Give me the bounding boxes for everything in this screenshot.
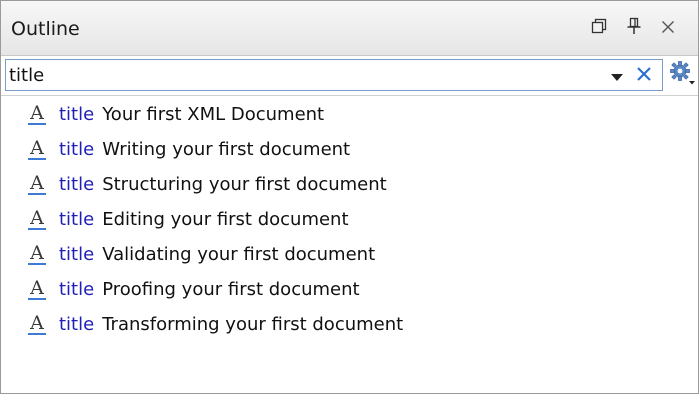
text-attribute-icon: A: [27, 138, 47, 162]
element-name: title: [59, 208, 95, 230]
element-text: Proofing your first document: [102, 278, 360, 300]
element-name: title: [59, 243, 95, 265]
pin-button[interactable]: [621, 15, 647, 41]
dropdown-arrow-icon: [611, 67, 623, 86]
element-text: Structuring your first document: [102, 173, 387, 195]
element-text: Validating your first document: [102, 243, 376, 265]
panel-title-bar[interactable]: Outline: [1, 1, 698, 56]
tree-item[interactable]: A title Validating your first document: [1, 237, 698, 272]
filter-settings-button[interactable]: [668, 60, 698, 90]
text-attribute-icon: A: [27, 208, 47, 232]
text-attribute-icon: A: [27, 313, 47, 337]
tree-item[interactable]: A title Editing your first document: [1, 202, 698, 237]
text-attribute-icon: A: [27, 173, 47, 197]
clear-filter-button[interactable]: [631, 64, 657, 88]
tree-item[interactable]: A title Transforming your first document: [1, 307, 698, 342]
gear-icon: [669, 60, 697, 90]
element-name: title: [59, 278, 95, 300]
tree-item[interactable]: A title Writing your first document: [1, 132, 698, 167]
close-button[interactable]: [655, 15, 681, 41]
outline-panel: Outline title A title Your first XML Doc…: [0, 0, 699, 394]
element-name: title: [59, 173, 95, 195]
filter-row: [1, 56, 698, 96]
text-attribute-icon: A: [27, 103, 47, 127]
outline-tree: A title Your first XML Document A title …: [1, 97, 698, 393]
close-icon: [661, 19, 675, 38]
tree-item[interactable]: A title Structuring your first document: [1, 167, 698, 202]
panel-title: Outline: [11, 18, 80, 40]
pin-icon: [626, 17, 642, 39]
restore-window-button[interactable]: [586, 15, 612, 41]
element-text: Transforming your first document: [102, 313, 404, 335]
element-text: Writing your first document: [102, 138, 351, 160]
element-name: title: [59, 138, 95, 160]
filter-dropdown-button[interactable]: [609, 69, 625, 83]
text-attribute-icon: A: [27, 243, 47, 267]
element-name: title: [59, 103, 95, 125]
clear-x-icon: [636, 66, 652, 86]
filter-input[interactable]: [9, 63, 569, 87]
element-text: Editing your first document: [102, 208, 349, 230]
text-attribute-icon: A: [27, 278, 47, 302]
tree-item[interactable]: A title Your first XML Document: [1, 97, 698, 132]
element-text: Your first XML Document: [102, 103, 325, 125]
tree-item[interactable]: A title Proofing your first document: [1, 272, 698, 307]
filter-combo-box[interactable]: [5, 59, 663, 91]
restore-window-icon: [591, 18, 607, 38]
element-name: title: [59, 313, 95, 335]
